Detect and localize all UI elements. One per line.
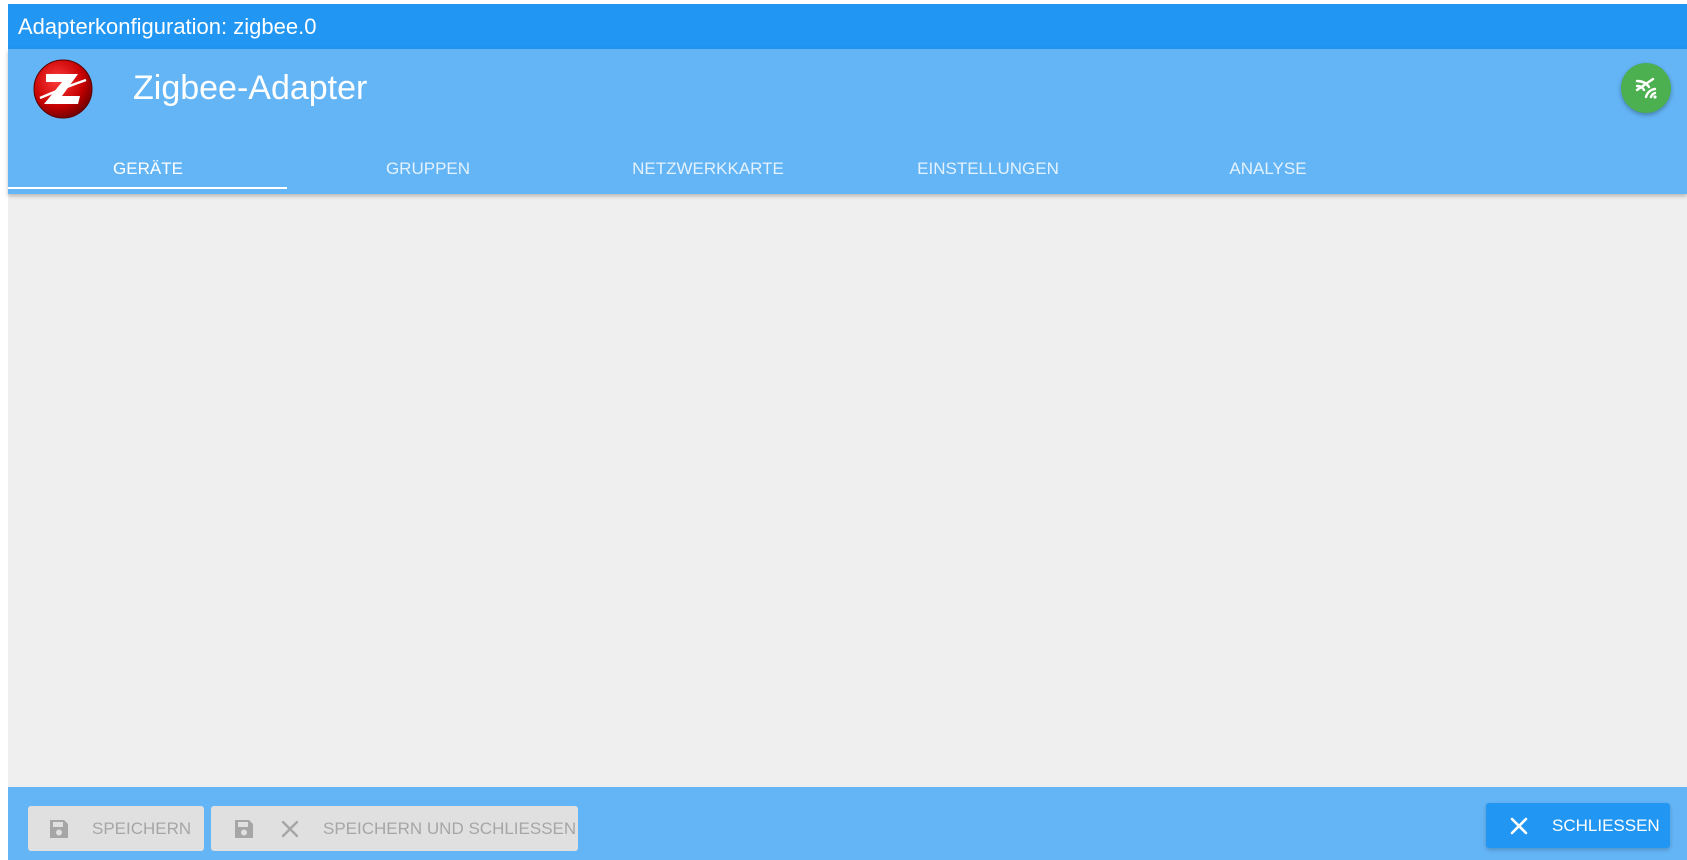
tab-gruppen[interactable]: GRUPPEN [288,139,568,195]
close-icon [279,819,301,839]
close-icon [1508,816,1530,836]
tab-content-area [8,194,1687,787]
save-button[interactable]: SPEICHERN [28,806,204,851]
active-tab-indicator [8,187,287,189]
adapter-header: Zigbee-Adapter GERÄTE GRUPPEN NETZWERKKA… [8,49,1687,194]
save-label: SPEICHERN [92,818,192,838]
adapter-config-dialog: Adapterkonfiguration: zigbee.0 Zigbee-Ad… [8,4,1687,860]
floppy-disk-icon [46,817,72,841]
adapter-title: Zigbee-Adapter [133,69,368,107]
tab-analyse[interactable]: ANALYSE [1128,139,1408,195]
tab-netzwerkkarte[interactable]: NETZWERKKARTE [568,139,848,195]
connection-status-button[interactable] [1621,63,1671,113]
save-and-close-label: SPEICHERN UND SCHLIESSEN [323,818,577,838]
tab-einstellungen[interactable]: EINSTELLUNGEN [848,139,1128,195]
close-button[interactable]: SCHLIESSEN [1486,803,1670,848]
close-label: SCHLIESSEN [1552,815,1660,835]
window-title: Adapterkonfiguration: zigbee.0 [8,4,1687,49]
save-and-close-button[interactable]: SPEICHERN UND SCHLIESSEN [211,806,578,851]
signal-icon [1633,75,1659,101]
dialog-footer: SPEICHERN SPEICHERN UND SCHLIESSEN SCHLI… [8,787,1687,860]
zigbee-logo-icon [32,58,94,120]
floppy-disk-icon [231,817,257,841]
